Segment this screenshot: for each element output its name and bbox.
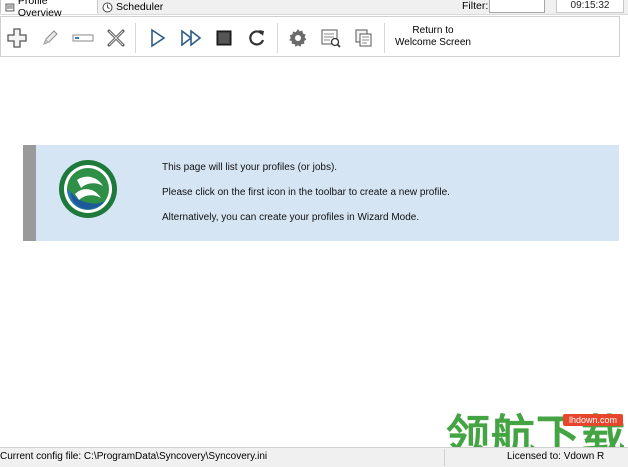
view-log-button[interactable]: [318, 25, 344, 51]
info-panel-accent-strip: [23, 145, 36, 241]
play-icon: [151, 28, 166, 48]
clock-display: 09:15:32: [556, 0, 624, 13]
plus-icon: [7, 28, 27, 48]
tab-scheduler[interactable]: Scheduler: [98, 0, 168, 14]
info-panel: This page will list your profiles (or jo…: [23, 145, 619, 241]
stop-button[interactable]: [211, 25, 237, 51]
tab-profile-overview[interactable]: Profile Overview: [0, 0, 98, 19]
toolbar-separator: [277, 23, 278, 53]
run-button[interactable]: [145, 25, 171, 51]
new-profile-button[interactable]: [4, 25, 30, 51]
clock-icon: [102, 2, 113, 12]
run-unattended-button[interactable]: [178, 25, 204, 51]
delete-profile-button[interactable]: [103, 25, 129, 51]
watermark-url: lhdown.com: [563, 414, 623, 426]
copy-button[interactable]: [351, 25, 377, 51]
welcome-line-2: Welcome Screen: [395, 37, 471, 48]
info-text-line-1: This page will list your profiles (or jo…: [162, 162, 338, 173]
delete-x-icon: [107, 29, 125, 47]
config-file-status: Current config file: C:\ProgramData\Sync…: [0, 451, 268, 462]
stop-icon: [216, 30, 232, 46]
info-text-line-3: Alternatively, you can create your profi…: [162, 212, 420, 223]
status-bar: Current config file: C:\ProgramData\Sync…: [0, 447, 628, 467]
profile-list-icon: [5, 3, 15, 11]
refresh-icon: [249, 30, 265, 46]
toolbar: Return to Welcome Screen: [0, 16, 620, 57]
filter-input[interactable]: [489, 0, 545, 13]
rename-profile-button[interactable]: [70, 25, 96, 51]
status-divider: [444, 449, 445, 466]
license-status: Licensed to: Vdown R: [507, 451, 605, 462]
toolbar-separator: [135, 23, 136, 53]
copy-icon: [355, 29, 372, 47]
syncovery-logo-icon: [59, 160, 117, 218]
log-icon: [321, 29, 341, 48]
toolbar-separator: [384, 23, 385, 53]
tab-bar: Profile Overview Scheduler Filter: 09:15…: [0, 0, 628, 19]
tab-scheduler-label: Scheduler: [116, 1, 164, 13]
settings-button[interactable]: [285, 25, 311, 51]
fast-forward-icon: [181, 29, 202, 47]
refresh-button[interactable]: [244, 25, 270, 51]
welcome-line-1: Return to: [412, 25, 454, 36]
pencil-icon: [43, 30, 58, 45]
edit-profile-button[interactable]: [37, 25, 63, 51]
filter-label: Filter:: [462, 0, 489, 12]
return-to-welcome-button[interactable]: Return to Welcome Screen: [389, 25, 477, 53]
rename-icon: [72, 34, 94, 42]
gear-icon: [289, 29, 307, 47]
info-text-line-2: Please click on the first icon in the to…: [162, 187, 450, 198]
